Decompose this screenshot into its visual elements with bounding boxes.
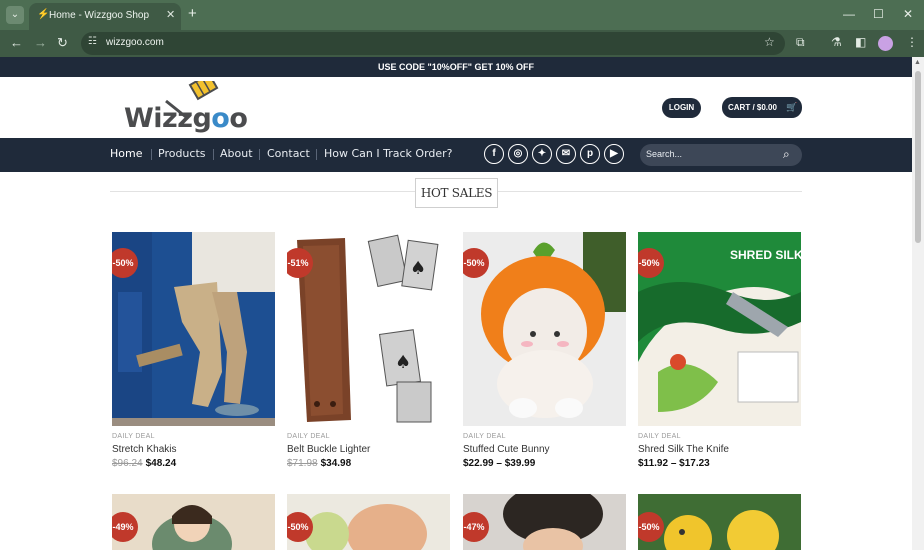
- product-image[interactable]: SHRED SILK THE KNIFE -50%: [638, 232, 801, 426]
- tab-search-icon[interactable]: ⌄: [6, 6, 24, 24]
- page-scrollbar[interactable]: ▲: [912, 57, 924, 550]
- tab-close-icon[interactable]: ✕: [166, 8, 175, 21]
- profile-avatar[interactable]: [878, 36, 893, 51]
- product-category: DAILY DEAL: [463, 433, 506, 440]
- product-price: $11.92 – $17.23: [638, 458, 710, 469]
- current-price: $22.99 – $39.99: [463, 458, 536, 469]
- reload-icon[interactable]: ↻: [57, 35, 68, 51]
- nav-divider: [316, 149, 317, 160]
- minimize-icon[interactable]: —: [843, 7, 855, 21]
- search-input[interactable]: Search... ⌕: [640, 144, 802, 166]
- cart-button[interactable]: CART / $0.00 🛒: [722, 97, 802, 118]
- nav-products[interactable]: Products: [158, 147, 206, 160]
- section-title: HOT SALES: [415, 178, 498, 208]
- labs-icon[interactable]: ⚗: [831, 35, 842, 49]
- new-tab-icon[interactable]: +: [188, 5, 197, 22]
- product-image[interactable]: -50%: [112, 232, 275, 426]
- site-header: Wizzgoo LOGIN CART / $0.00 🛒: [0, 77, 912, 138]
- email-icon[interactable]: ✉: [556, 144, 576, 164]
- maximize-icon[interactable]: ☐: [873, 7, 884, 21]
- youtube-icon[interactable]: ▶: [604, 144, 624, 164]
- product-card[interactable]: -47%: [463, 494, 626, 550]
- nav-track-order[interactable]: How Can I Track Order?: [324, 147, 453, 160]
- favicon-icon: ⚡: [37, 9, 50, 20]
- nav-home[interactable]: Home: [110, 147, 142, 160]
- facebook-icon[interactable]: f: [484, 144, 504, 164]
- product-category: DAILY DEAL: [287, 433, 330, 440]
- product-card[interactable]: -50%: [638, 494, 801, 550]
- back-icon[interactable]: ←: [10, 35, 23, 50]
- section-divider: [498, 191, 802, 192]
- main-nav: Home Products About Contact How Can I Tr…: [0, 138, 912, 172]
- product-image[interactable]: -50%: [463, 232, 626, 426]
- forward-icon[interactable]: →: [34, 35, 47, 50]
- product-price: $22.99 – $39.99: [463, 458, 535, 469]
- product-name[interactable]: Shred Silk The Knife: [638, 444, 729, 455]
- login-button[interactable]: LOGIN: [662, 98, 701, 118]
- browser-tab[interactable]: ⚡ Home - Wizzgoo Shop ✕: [29, 3, 181, 30]
- nav-divider: [259, 149, 260, 160]
- current-price: $48.24: [145, 458, 177, 469]
- extensions-icon[interactable]: ⧉: [796, 35, 805, 50]
- tab-title: Home - Wizzgoo Shop: [49, 10, 150, 21]
- product-category: DAILY DEAL: [112, 433, 155, 440]
- product-name[interactable]: Stretch Khakis: [112, 444, 176, 455]
- site-logo[interactable]: Wizzgoo: [122, 81, 248, 137]
- section-divider: [110, 191, 415, 192]
- browser-titlebar: ⌄ ⚡ Home - Wizzgoo Shop ✕ + — ☐ ✕: [0, 0, 924, 30]
- search-placeholder: Search...: [646, 149, 683, 159]
- nav-about[interactable]: About: [220, 147, 253, 160]
- old-price: $96.24: [112, 458, 143, 469]
- cart-icon: 🛒: [786, 102, 798, 112]
- close-window-icon[interactable]: ✕: [903, 7, 913, 21]
- pinterest-icon[interactable]: p: [580, 144, 600, 164]
- product-category: DAILY DEAL: [638, 433, 681, 440]
- product-name[interactable]: Belt Buckle Lighter: [287, 444, 370, 455]
- product-price: $96.24 $48.24: [112, 458, 176, 469]
- side-panel-icon[interactable]: ◧: [855, 35, 866, 49]
- nav-contact[interactable]: Contact: [267, 147, 310, 160]
- bookmark-star-icon[interactable]: ☆: [764, 35, 775, 49]
- product-image[interactable]: ♠ ♠ -51%: [287, 232, 450, 426]
- spade-glyph: ♠: [395, 352, 411, 373]
- browser-toolbar: ← → ↻ ☷ wizzgoo.com ☆ ⧉ ⚗ ◧ ⋮: [0, 30, 924, 57]
- product-name[interactable]: Stuffed Cute Bunny: [463, 444, 550, 455]
- product-card[interactable]: -49%: [112, 494, 275, 550]
- search-icon[interactable]: ⌕: [783, 147, 790, 162]
- spade-glyph: ♠: [410, 258, 426, 279]
- twitter-icon[interactable]: ✦: [532, 144, 552, 164]
- current-price: $34.98: [320, 458, 352, 469]
- scroll-thumb[interactable]: [915, 71, 921, 243]
- promo-banner: USE CODE "10%OFF" GET 10% OFF: [0, 57, 912, 77]
- nav-divider: [213, 149, 214, 160]
- address-bar[interactable]: ☷ wizzgoo.com ☆: [81, 32, 785, 55]
- scroll-up-icon[interactable]: ▲: [914, 59, 921, 66]
- url-text: wizzgoo.com: [106, 37, 164, 48]
- page-viewport: USE CODE "10%OFF" GET 10% OFF Wizzgoo LO…: [0, 57, 912, 550]
- current-price: $11.92 – $17.23: [638, 458, 710, 469]
- product-card[interactable]: -50%: [287, 494, 450, 550]
- instagram-icon[interactable]: ◎: [508, 144, 528, 164]
- cart-label: CART / $0.00: [728, 103, 777, 112]
- product-price: $71.98 $34.98: [287, 458, 351, 469]
- image-caption: SHRED SILK THE KNIFE: [730, 248, 801, 262]
- menu-icon[interactable]: ⋮: [906, 35, 918, 49]
- nav-divider: [151, 149, 152, 160]
- logo-text: Wizzgoo: [124, 103, 248, 134]
- old-price: $71.98: [287, 458, 318, 469]
- site-info-icon[interactable]: ☷: [88, 36, 97, 47]
